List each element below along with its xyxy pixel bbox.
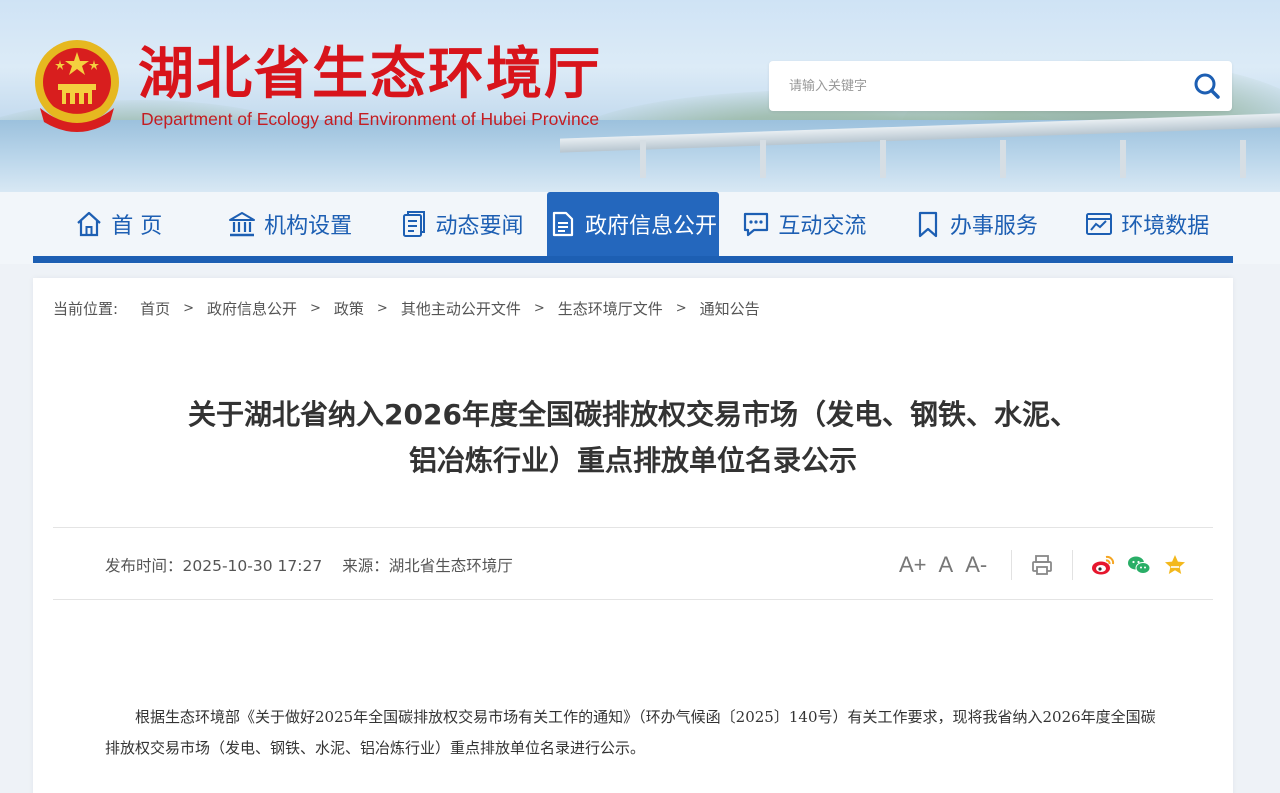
breadcrumb-policy[interactable]: 政策 — [334, 298, 364, 319]
article-meta: 发布时间：2025-10-30 17:27 来源：湖北省生态环境厅 — [105, 554, 513, 576]
article-body: 根据生态环境部《关于做好2025年全国碳排放权交易市场有关工作的通知》（环办气候… — [105, 702, 1165, 764]
breadcrumb-label: 当前位置: — [53, 300, 119, 318]
breadcrumb-dept-files[interactable]: 生态环境厅文件 — [558, 298, 663, 319]
publish-time: 发布时间：2025-10-30 17:27 — [105, 557, 323, 575]
breadcrumb-separator: > — [675, 301, 687, 316]
nav-label: 动态要闻 — [435, 214, 524, 239]
article-title-line1: 关于湖北省纳入2026年度全国碳排放权交易市场（发电、钢铁、水泥、 — [188, 398, 1078, 431]
search-input[interactable] — [789, 75, 1169, 97]
article-title: 关于湖北省纳入2026年度全国碳排放权交易市场（发电、钢铁、水泥、 铝冶炼行业）… — [123, 392, 1143, 484]
breadcrumb-gov-info[interactable]: 政府信息公开 — [207, 298, 297, 319]
building-icon — [229, 212, 256, 237]
article-paragraph: 根据生态环境部《关于做好2025年全国碳排放权交易市场有关工作的通知》（环办气候… — [105, 708, 1156, 757]
article-source: 来源：湖北省生态环境厅 — [342, 557, 513, 575]
article-toolbar: A+ A A- — [899, 548, 1193, 582]
nav-label: 首 页 — [111, 214, 163, 239]
font-decrease-button[interactable]: A- — [965, 552, 987, 578]
breadcrumb-separator: > — [310, 301, 321, 316]
divider-bottom — [53, 599, 1213, 600]
national-emblem-icon — [35, 40, 119, 132]
bookmark-icon — [918, 211, 937, 238]
toolbar-divider — [1072, 550, 1074, 580]
search-box — [769, 61, 1232, 111]
main-nav: 首 页 机构设置 动态要闻 政府信息公开 互动交流 办事服务 环境数据 — [33, 192, 1233, 256]
font-normal-button[interactable]: A — [939, 552, 954, 578]
chart-icon — [1086, 213, 1113, 235]
breadcrumb-separator: > — [533, 301, 545, 316]
nav-label: 机构设置 — [264, 214, 353, 239]
content-card: 当前位置: 首页 > 政府信息公开 > 政策 > 其他主动公开文件 > 生态环境… — [33, 278, 1233, 793]
divider-top — [53, 527, 1213, 528]
search-icon[interactable] — [1192, 71, 1222, 101]
breadcrumb-notices[interactable]: 通知公告 — [700, 298, 760, 319]
home-icon — [77, 211, 101, 237]
nav-underline — [33, 256, 1233, 263]
article-title-line2: 铝冶炼行业）重点排放单位名录公示 — [408, 444, 857, 477]
font-increase-button[interactable]: A+ — [899, 552, 927, 578]
toolbar-divider — [1011, 550, 1013, 580]
nav-item-env-data[interactable]: 环境数据 — [1062, 192, 1233, 256]
nav-item-interaction[interactable]: 互动交流 — [719, 192, 890, 256]
wechat-icon[interactable] — [1127, 553, 1151, 577]
nav-item-services[interactable]: 办事服务 — [890, 192, 1061, 256]
nav-item-gov-info[interactable]: 政府信息公开 — [547, 192, 719, 256]
site-title-en: Department of Ecology and Environment of… — [141, 109, 600, 129]
site-title-cn[interactable]: 湖北省生态环境厅 — [138, 42, 602, 106]
chat-icon — [744, 212, 769, 237]
weibo-icon[interactable] — [1091, 553, 1115, 577]
nav-label: 政府信息公开 — [584, 214, 717, 239]
print-icon[interactable] — [1030, 553, 1054, 577]
breadcrumb-separator: > — [183, 301, 194, 316]
breadcrumb-other-files[interactable]: 其他主动公开文件 — [401, 298, 521, 319]
nav-item-news[interactable]: 动态要闻 — [376, 192, 547, 256]
document-icon — [402, 211, 425, 237]
nav-label: 办事服务 — [949, 214, 1038, 239]
nav-item-home[interactable]: 首 页 — [33, 192, 204, 256]
breadcrumb-home[interactable]: 首页 — [140, 298, 170, 319]
breadcrumb-separator: > — [376, 301, 388, 316]
breadcrumb: 当前位置: 首页 > 政府信息公开 > 政策 > 其他主动公开文件 > 生态环境… — [53, 298, 760, 319]
nav-label: 环境数据 — [1121, 214, 1210, 239]
favorite-star-icon[interactable] — [1163, 553, 1187, 577]
nav-item-organization[interactable]: 机构设置 — [204, 192, 375, 256]
nav-label: 互动交流 — [778, 214, 867, 239]
file-text-icon — [552, 211, 574, 237]
